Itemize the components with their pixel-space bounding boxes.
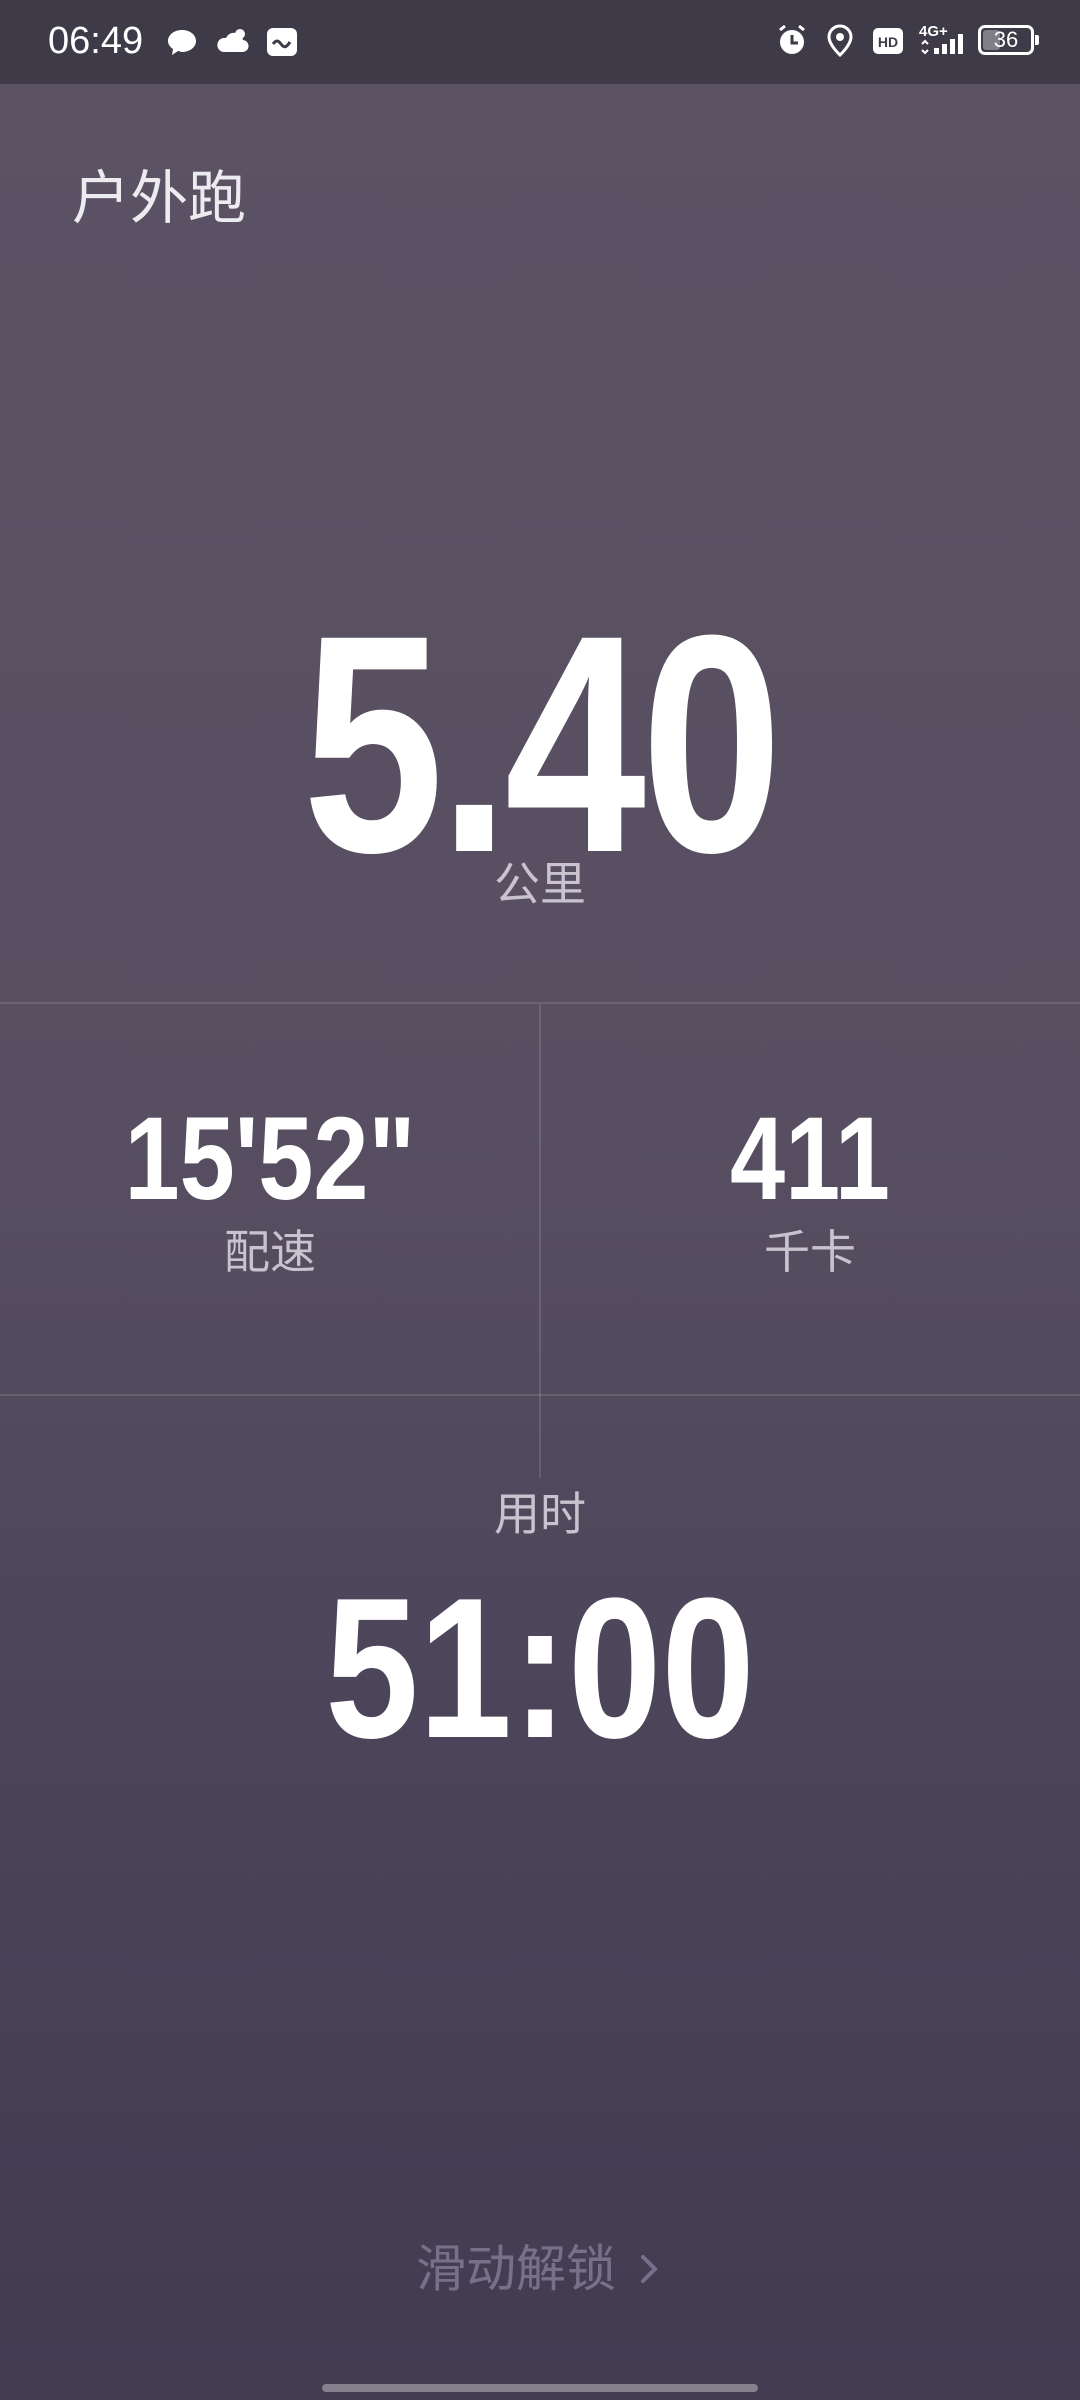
calories-metric: 411 千卡 bbox=[540, 1094, 1080, 1282]
pace-label: 配速 bbox=[224, 1225, 316, 1279]
chat-bubble-icon bbox=[168, 30, 196, 55]
slide-to-unlock[interactable]: 滑动解锁 bbox=[0, 2234, 1080, 2304]
system-icons: HD 4G+ 36 bbox=[774, 20, 1039, 60]
hd-icon: HD bbox=[873, 28, 903, 54]
svg-text:HD: HD bbox=[878, 34, 898, 50]
workout-type-title: 户外跑 bbox=[72, 164, 247, 232]
workout-screen: 户外跑 5.40 公里 15'52" 配速 411 千卡 用时 51:00 滑动… bbox=[0, 84, 1080, 2400]
notification-icons bbox=[164, 22, 300, 62]
chevron-right-icon bbox=[641, 2255, 658, 2283]
slide-to-unlock-label: 滑动解锁 bbox=[416, 2240, 616, 2298]
cloud-icon bbox=[217, 29, 249, 53]
battery-icon: 36 bbox=[978, 25, 1039, 55]
alarm-icon bbox=[779, 24, 805, 54]
location-pin-icon bbox=[827, 24, 853, 58]
status-time: 06:49 bbox=[48, 20, 144, 62]
duration-value: 51:00 bbox=[325, 1557, 755, 1780]
calories-label: 千卡 bbox=[764, 1225, 856, 1279]
divider bbox=[0, 1394, 1080, 1396]
signal-4g-icon: 4G+ bbox=[919, 23, 963, 55]
pace-metric: 15'52" 配速 bbox=[0, 1094, 540, 1282]
network-label: 4G+ bbox=[919, 23, 948, 40]
status-bar: 06:49 HD 4G+ 36 bbox=[0, 0, 1080, 84]
distance-unit: 公里 bbox=[494, 857, 586, 911]
pace-value: 15'52" bbox=[124, 1093, 416, 1225]
home-indicator[interactable] bbox=[322, 2384, 758, 2392]
battery-level: 36 bbox=[993, 27, 1019, 52]
app-notification-icon bbox=[267, 28, 297, 56]
calories-value: 411 bbox=[730, 1093, 890, 1225]
duration-label: 用时 bbox=[494, 1487, 586, 1541]
